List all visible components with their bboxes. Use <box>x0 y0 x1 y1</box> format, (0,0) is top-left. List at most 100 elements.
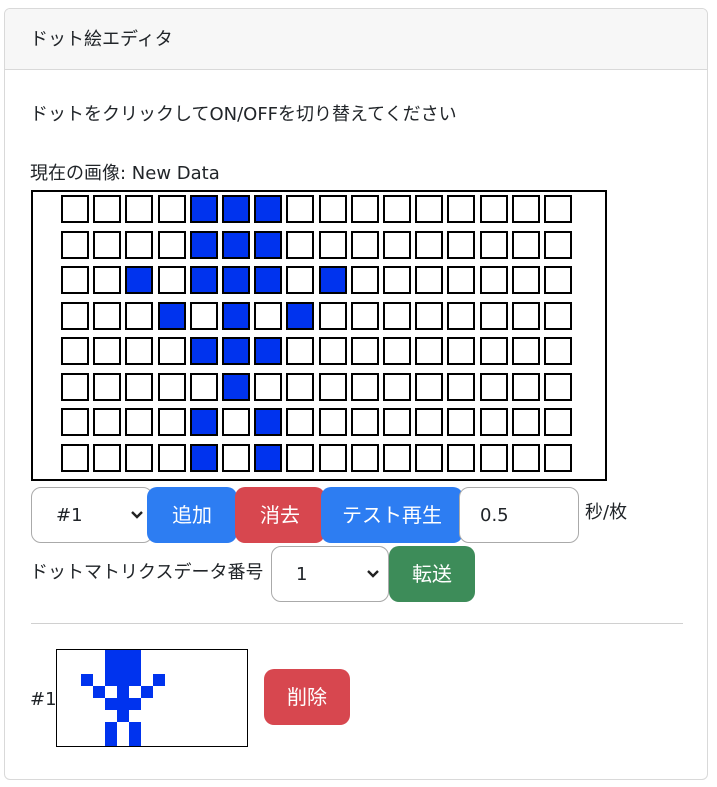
dot-cell[interactable] <box>286 373 314 401</box>
dot-cell[interactable] <box>415 302 443 330</box>
dot-cell[interactable] <box>415 337 443 365</box>
dot-cell[interactable] <box>125 444 153 472</box>
dot-cell[interactable] <box>61 408 89 436</box>
dot-cell[interactable] <box>190 195 218 223</box>
send-button[interactable]: 転送 <box>389 546 475 602</box>
dot-cell[interactable] <box>158 231 186 259</box>
dot-cell[interactable] <box>447 444 475 472</box>
dot-cell[interactable] <box>93 266 121 294</box>
dot-cell[interactable] <box>222 231 250 259</box>
dot-cell[interactable] <box>383 373 411 401</box>
dot-cell[interactable] <box>383 302 411 330</box>
dot-cell[interactable] <box>158 373 186 401</box>
frame-thumbnail[interactable] <box>56 649 248 747</box>
dot-cell[interactable] <box>158 337 186 365</box>
dot-cell[interactable] <box>447 231 475 259</box>
dot-cell[interactable] <box>61 444 89 472</box>
dot-cell[interactable] <box>415 444 443 472</box>
dot-cell[interactable] <box>190 337 218 365</box>
dot-cell[interactable] <box>480 302 508 330</box>
dot-cell[interactable] <box>351 266 379 294</box>
dot-cell[interactable] <box>158 302 186 330</box>
dot-cell[interactable] <box>125 408 153 436</box>
dot-cell[interactable] <box>222 444 250 472</box>
dot-cell[interactable] <box>512 195 540 223</box>
dot-cell[interactable] <box>61 266 89 294</box>
dot-cell[interactable] <box>544 373 572 401</box>
dot-cell[interactable] <box>415 231 443 259</box>
dot-cell[interactable] <box>512 337 540 365</box>
dot-cell[interactable] <box>512 444 540 472</box>
dot-cell[interactable] <box>415 373 443 401</box>
dot-cell[interactable] <box>125 195 153 223</box>
dot-cell[interactable] <box>125 231 153 259</box>
dot-cell[interactable] <box>319 373 347 401</box>
dot-cell[interactable] <box>93 444 121 472</box>
dot-cell[interactable] <box>286 444 314 472</box>
dot-cell[interactable] <box>190 408 218 436</box>
dot-cell[interactable] <box>286 337 314 365</box>
dot-cell[interactable] <box>222 337 250 365</box>
dot-cell[interactable] <box>351 195 379 223</box>
dot-cell[interactable] <box>512 266 540 294</box>
dot-cell[interactable] <box>447 408 475 436</box>
dot-cell[interactable] <box>190 266 218 294</box>
delete-frame-button[interactable]: 削除 <box>264 669 350 725</box>
dot-cell[interactable] <box>480 444 508 472</box>
dot-cell[interactable] <box>61 302 89 330</box>
dot-cell[interactable] <box>447 266 475 294</box>
test-play-button[interactable]: テスト再生 <box>321 487 463 543</box>
dot-cell[interactable] <box>222 266 250 294</box>
dot-cell[interactable] <box>480 408 508 436</box>
dot-cell[interactable] <box>447 373 475 401</box>
dot-cell[interactable] <box>158 195 186 223</box>
dot-cell[interactable] <box>222 195 250 223</box>
dot-cell[interactable] <box>383 337 411 365</box>
dot-cell[interactable] <box>351 408 379 436</box>
dot-cell[interactable] <box>61 373 89 401</box>
dot-cell[interactable] <box>319 337 347 365</box>
dot-cell[interactable] <box>190 231 218 259</box>
dot-cell[interactable] <box>351 302 379 330</box>
dot-cell[interactable] <box>383 231 411 259</box>
dot-cell[interactable] <box>415 195 443 223</box>
dot-cell[interactable] <box>480 337 508 365</box>
dot-cell[interactable] <box>447 195 475 223</box>
dot-cell[interactable] <box>254 231 282 259</box>
dot-cell[interactable] <box>480 195 508 223</box>
dot-cell[interactable] <box>93 337 121 365</box>
dot-cell[interactable] <box>415 266 443 294</box>
dot-cell[interactable] <box>351 373 379 401</box>
dot-cell[interactable] <box>512 231 540 259</box>
dot-cell[interactable] <box>544 408 572 436</box>
dot-cell[interactable] <box>319 266 347 294</box>
dot-cell[interactable] <box>480 266 508 294</box>
dot-cell[interactable] <box>286 302 314 330</box>
dot-cell[interactable] <box>254 444 282 472</box>
dot-cell[interactable] <box>254 302 282 330</box>
dot-cell[interactable] <box>480 231 508 259</box>
dot-cell[interactable] <box>93 195 121 223</box>
dot-cell[interactable] <box>319 195 347 223</box>
dot-cell[interactable] <box>61 195 89 223</box>
dot-cell[interactable] <box>512 302 540 330</box>
interval-input[interactable]: 0.5 <box>459 487 579 543</box>
dot-cell[interactable] <box>254 337 282 365</box>
dot-cell[interactable] <box>447 302 475 330</box>
dot-cell[interactable] <box>222 302 250 330</box>
dot-cell[interactable] <box>544 337 572 365</box>
dot-cell[interactable] <box>383 195 411 223</box>
dot-cell[interactable] <box>351 444 379 472</box>
dot-cell[interactable] <box>480 373 508 401</box>
dot-cell[interactable] <box>158 408 186 436</box>
dot-cell[interactable] <box>319 444 347 472</box>
dot-cell[interactable] <box>190 302 218 330</box>
dot-cell[interactable] <box>61 231 89 259</box>
dot-cell[interactable] <box>319 408 347 436</box>
dot-cell[interactable] <box>383 408 411 436</box>
erase-button[interactable]: 消去 <box>235 487 325 543</box>
dot-cell[interactable] <box>158 266 186 294</box>
frame-select[interactable]: #1 <box>31 487 153 543</box>
dot-cell[interactable] <box>286 408 314 436</box>
dot-cell[interactable] <box>254 373 282 401</box>
